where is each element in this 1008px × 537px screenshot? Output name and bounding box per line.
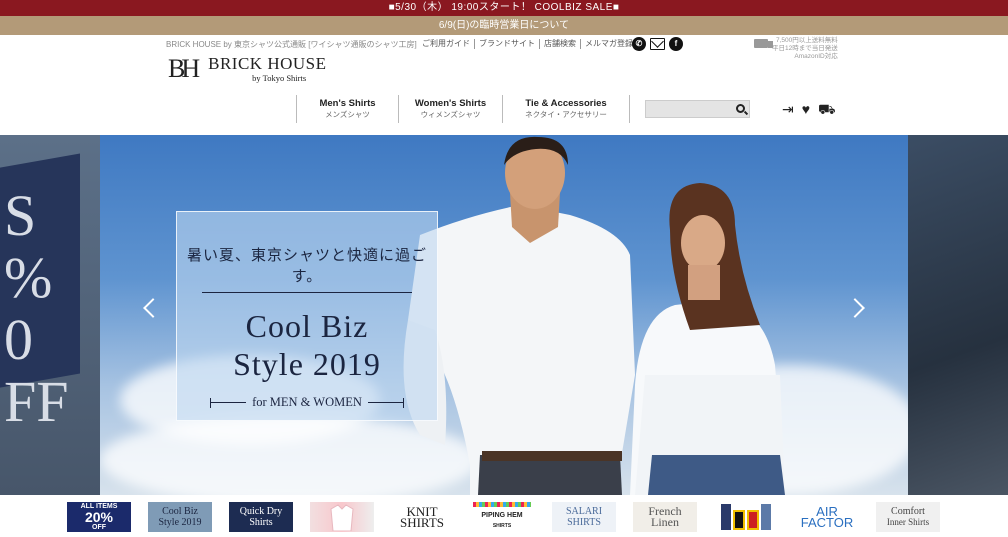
figure	[733, 510, 745, 530]
hero-tag-rule-right	[367, 397, 404, 408]
hero-tag: for MEN & WOMEN	[177, 395, 437, 410]
phone-icon[interactable]: ✆	[632, 37, 646, 51]
thumb-line: SHIRTS	[567, 517, 601, 528]
thumb-line: Quick Dry	[239, 506, 283, 517]
thumb-line: Inner Shirts	[886, 517, 930, 527]
hero-title-line1: Cool Biz	[245, 308, 369, 344]
figure	[747, 510, 759, 530]
thumb-salari-shirts[interactable]: SALARI SHIRTS	[552, 502, 616, 532]
category-thumbnails: ALL ITEMS 20% OFF Cool Biz Style 2019 Qu…	[0, 495, 1008, 537]
nav-label-jp: ネクタイ・アクセサリー	[525, 110, 607, 119]
thumb-line: SALARI	[565, 506, 603, 517]
figure	[721, 504, 731, 530]
thumb-line: Style 2019	[158, 517, 202, 528]
thumb-line: Shirts	[249, 517, 273, 528]
header-action-icons: ⇥ ♥ ⛟	[782, 101, 836, 117]
search-input[interactable]	[645, 100, 750, 118]
thumb-line: PIPING HEM	[481, 512, 523, 519]
thumb-line: Cool Biz	[162, 506, 198, 517]
thumb-mickey-collab[interactable]	[714, 502, 778, 532]
header-tagline: BRICK HOUSE by 東京シャツ公式通販 [ワイシャツ通販のシャツ工房]	[166, 40, 417, 49]
nav-item-mens-shirts[interactable]: Men's Shirts メンズシャツ	[296, 95, 398, 123]
truck-icon	[754, 39, 773, 48]
thumb-pink-shirt[interactable]	[310, 502, 374, 532]
brand-sub: by Tokyo Shirts	[252, 73, 307, 83]
thumb-quick-dry[interactable]: Quick Dry Shirts	[229, 502, 293, 532]
site-header: BRICK HOUSE by 東京シャツ公式通販 [ワイシャツ通販のシャツ工房]…	[0, 35, 1008, 135]
utility-link-newsletter[interactable]: メルマガ登録	[581, 39, 637, 49]
thumb-line: 20%	[84, 508, 114, 525]
login-icon[interactable]: ⇥	[782, 101, 794, 117]
hero-side-text: S% 0 FF	[4, 183, 69, 434]
thumb-air-factor[interactable]: AIR FACTOR	[795, 502, 859, 532]
thumb-line: Linen	[651, 515, 679, 529]
shipping-free-text: 7,500円以上送料無料	[775, 37, 838, 44]
hero-slide-next[interactable]	[908, 135, 1008, 495]
brand-name: BRICK HOUSE	[208, 54, 327, 73]
hero-subtitle: 暑い夏、東京シャツと快適に過ごす。	[186, 248, 427, 285]
hero-slide-previous[interactable]: S% 0 FF	[0, 135, 100, 495]
nav-label-jp: ウィメンズシャツ	[420, 110, 481, 119]
utility-links: ご利用ガイド ブランドサイト 店舗検索 メルマガ登録	[422, 39, 637, 49]
nav-label-en: Women's Shirts	[414, 98, 487, 109]
thumb-knit-shirts[interactable]: KNIT SHIRTS	[390, 502, 454, 532]
mail-icon[interactable]	[650, 38, 665, 50]
figure	[761, 504, 771, 530]
utility-link-brand[interactable]: ブランドサイト	[475, 39, 540, 49]
shirt-image	[330, 504, 354, 531]
hero-slide-current[interactable]: 暑い夏、東京シャツと快適に過ごす。 Cool Biz Style 2019 fo…	[100, 135, 908, 495]
thumb-piping-hem[interactable]: PIPING HEM SHIRTS	[470, 502, 534, 532]
nav-item-womens-shirts[interactable]: Women's Shirts ウィメンズシャツ	[398, 95, 502, 123]
thumb-line: Comfort	[891, 506, 925, 517]
social-icons: ✆ f	[632, 37, 683, 51]
hero-tag-text: for MEN & WOMEN	[252, 395, 362, 409]
notice-bar[interactable]: 6/9(日)の臨時営業日について	[0, 16, 1008, 35]
shipping-info: 7,500円以上送料無料 平日12時まで当日発送 AmazonID対応	[754, 37, 838, 61]
sale-announcement-text: ■5/30（木） 19:00スタート！ COOLBIZ SALE■	[388, 2, 620, 13]
cart-icon[interactable]: ⛟	[818, 101, 836, 117]
nav-item-tie-accessories[interactable]: Tie & Accessories ネクタイ・アクセサリー	[502, 95, 630, 123]
hero-text-card: 暑い夏、東京シャツと快適に過ごす。 Cool Biz Style 2019 fo…	[176, 211, 438, 421]
hero-photo-models	[403, 136, 785, 495]
utility-link-guide[interactable]: ご利用ガイド	[422, 39, 475, 49]
heart-icon[interactable]: ♥	[802, 101, 810, 117]
hero-title: Cool Biz Style 2019	[177, 307, 437, 383]
thumb-comfort-inner[interactable]: Comfort Inner Shirts	[876, 502, 940, 532]
thumb-french-linen[interactable]: French Linen	[633, 502, 697, 532]
search-icon[interactable]	[736, 104, 745, 113]
notice-text: 6/9(日)の臨時営業日について	[438, 20, 570, 31]
main-nav: Men's Shirts メンズシャツ Women's Shirts ウィメンズ…	[296, 95, 630, 123]
nav-label-en: Men's Shirts	[319, 98, 376, 109]
thumb-line: SHIRTS	[492, 523, 512, 529]
utility-link-store-search[interactable]: 店舗検索	[540, 39, 581, 49]
thumb-sale-20-off[interactable]: ALL ITEMS 20% OFF	[67, 502, 131, 532]
hero-carousel[interactable]: S% 0 FF 暑い夏、東京シャツと快適に過ごす。 Cool Biz Style…	[0, 135, 1008, 495]
logo-mark: BH	[168, 54, 200, 83]
sale-announcement-bar[interactable]: ■5/30（木） 19:00スタート！ COOLBIZ SALE■	[0, 0, 1008, 16]
shipping-same-day-text: 平日12時まで当日発送	[772, 45, 838, 52]
thumb-line: OFF	[92, 523, 106, 531]
nav-label-jp: メンズシャツ	[325, 110, 370, 119]
shipping-amazon-text: AmazonID対応	[794, 53, 838, 60]
brand-logo[interactable]: BH BRICK HOUSE by Tokyo Shirts	[168, 54, 327, 84]
nav-label-en: Tie & Accessories	[525, 98, 607, 109]
thumb-line: FACTOR	[800, 515, 854, 530]
piping-stripes	[473, 502, 531, 507]
hero-divider	[202, 292, 412, 293]
thumb-cool-biz[interactable]: Cool Biz Style 2019	[148, 502, 212, 532]
collab-figures	[721, 504, 771, 530]
hero-tag-rule-left	[210, 397, 247, 408]
hero-title-line2: Style 2019	[233, 346, 381, 382]
thumb-line: SHIRTS	[399, 515, 444, 530]
facebook-icon[interactable]: f	[669, 37, 683, 51]
